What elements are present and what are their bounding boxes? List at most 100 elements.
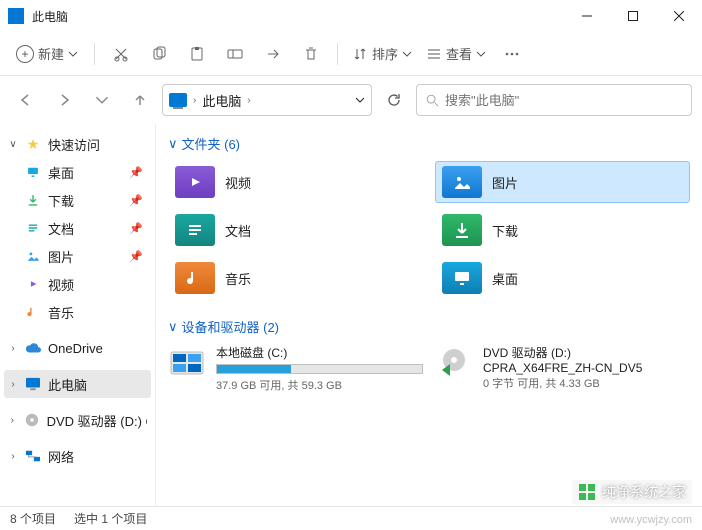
paste-icon <box>189 46 205 62</box>
maximize-button[interactable] <box>610 0 656 32</box>
search-input[interactable] <box>445 93 683 108</box>
drive-item[interactable]: DVD 驱动器 (D:) CPRA_X64FRE_ZH-CN_DV5 0 字节 … <box>435 344 690 393</box>
folder-label: 文档 <box>225 221 251 240</box>
sidebar-item-label: 桌面 <box>48 163 74 182</box>
sidebar-this-pc[interactable]: › 此电脑 <box>4 370 151 398</box>
chevron-down-history[interactable] <box>86 84 118 116</box>
down-icon <box>442 214 482 246</box>
share-icon <box>265 46 281 62</box>
folder-desk[interactable]: 桌面 <box>435 257 690 299</box>
chevron-down-icon: ∨ <box>168 319 178 335</box>
sort-icon <box>352 46 368 62</box>
back-button[interactable] <box>10 84 42 116</box>
refresh-button[interactable] <box>378 84 410 116</box>
expand-icon[interactable]: › <box>8 343 18 354</box>
network-icon <box>24 448 42 464</box>
search-box[interactable] <box>416 84 692 116</box>
spacer: · <box>8 307 18 318</box>
sidebar-item-label: 文档 <box>48 219 74 238</box>
cloud-icon <box>24 340 42 356</box>
sidebar-quick-access[interactable]: ∨ ★ 快速访问 <box>4 130 151 158</box>
refresh-icon <box>386 92 402 108</box>
minimize-button[interactable] <box>564 0 610 32</box>
sidebar-item-download[interactable]: · 下载 📌 <box>4 186 151 214</box>
expand-icon[interactable]: › <box>8 451 18 462</box>
expand-icon[interactable]: › <box>8 379 18 390</box>
chevron-down-icon[interactable] <box>355 95 365 105</box>
disc-icon <box>23 412 41 428</box>
section-title: 文件夹 (6) <box>182 134 241 153</box>
folder-image[interactable]: 图片 <box>435 161 690 203</box>
breadcrumb-chevron-icon: › <box>193 95 196 106</box>
video-icon <box>24 276 42 292</box>
sidebar-network[interactable]: › 网络 <box>4 442 151 470</box>
desk-icon <box>442 262 482 294</box>
spacer: · <box>8 195 18 206</box>
sidebar-item-video[interactable]: · 视频 <box>4 270 151 298</box>
sidebar-item-label: DVD 驱动器 (D:) CP <box>47 411 147 430</box>
sidebar-item-label: 视频 <box>48 275 74 294</box>
chevron-down-icon <box>68 49 78 59</box>
monitor-icon <box>24 376 42 392</box>
view-button[interactable]: 查看 <box>422 40 490 67</box>
more-button[interactable] <box>496 38 528 70</box>
watermark: 纯净系统之家 <box>572 480 692 504</box>
trash-icon <box>303 46 319 62</box>
sort-button[interactable]: 排序 <box>348 40 416 67</box>
expand-icon[interactable]: ∨ <box>8 139 18 150</box>
up-button[interactable] <box>124 84 156 116</box>
music-icon <box>24 304 42 320</box>
close-button[interactable] <box>656 0 702 32</box>
delete-button[interactable] <box>295 38 327 70</box>
drives-grid: 本地磁盘 (C:) 37.9 GB 可用, 共 59.3 GB DVD 驱动器 … <box>168 344 690 393</box>
rename-icon <box>227 46 243 62</box>
breadcrumb-chevron-icon: › <box>247 95 250 106</box>
cdrive-icon <box>168 344 206 380</box>
folders-grid: 视频 图片 文档 下载 音乐 桌面 <box>168 161 690 299</box>
doc-icon <box>175 214 215 246</box>
folders-section-header[interactable]: ∨ 文件夹 (6) <box>168 134 690 153</box>
share-button[interactable] <box>257 38 289 70</box>
pin-icon: 📌 <box>129 166 143 179</box>
sidebar-item-desktop[interactable]: · 桌面 📌 <box>4 158 151 186</box>
paste-button[interactable] <box>181 38 213 70</box>
drive-line2: CPRA_X64FRE_ZH-CN_DV5 <box>483 361 690 375</box>
sidebar-item-document[interactable]: · 文档 📌 <box>4 214 151 242</box>
drive-title: DVD 驱动器 (D:) <box>483 344 690 361</box>
titlebar: 此电脑 <box>0 0 702 32</box>
copy-button[interactable] <box>143 38 175 70</box>
spacer: · <box>8 279 18 290</box>
sidebar-item-music[interactable]: · 音乐 <box>4 298 151 326</box>
status-selected-count: 选中 1 个项目 <box>74 510 147 527</box>
chevron-down-icon: ∨ <box>168 136 178 152</box>
spacer: · <box>8 251 18 262</box>
drives-section-header[interactable]: ∨ 设备和驱动器 (2) <box>168 317 690 336</box>
sidebar-onedrive[interactable]: › OneDrive <box>4 334 151 362</box>
expand-icon[interactable]: › <box>8 415 17 426</box>
pin-icon: 📌 <box>129 222 143 235</box>
cut-icon <box>113 46 129 62</box>
drive-item[interactable]: 本地磁盘 (C:) 37.9 GB 可用, 共 59.3 GB <box>168 344 423 393</box>
drive-sub: 37.9 GB 可用, 共 59.3 GB <box>216 377 423 393</box>
sidebar-item-label: 下载 <box>48 191 74 210</box>
folder-down[interactable]: 下载 <box>435 209 690 251</box>
image-icon <box>442 166 482 198</box>
watermark-text: 纯净系统之家 <box>602 482 686 502</box>
folder-music[interactable]: 音乐 <box>168 257 423 299</box>
chevron-down-icon <box>402 49 412 59</box>
rename-button[interactable] <box>219 38 251 70</box>
main-pane: ∨ 文件夹 (6) 视频 图片 文档 下载 音乐 桌面 ∨ 设备和驱动器 (2)… <box>156 124 702 506</box>
watermark-url: www.ycwjzy.com <box>610 514 692 526</box>
folder-doc[interactable]: 文档 <box>168 209 423 251</box>
drive-title: 本地磁盘 (C:) <box>216 344 423 361</box>
address-bar[interactable]: › 此电脑 › <box>162 84 372 116</box>
folder-video[interactable]: 视频 <box>168 161 423 203</box>
this-pc-icon <box>169 93 187 107</box>
forward-button[interactable] <box>48 84 80 116</box>
cut-button[interactable] <box>105 38 137 70</box>
spacer: · <box>8 167 18 178</box>
sidebar-item-pictures[interactable]: · 图片 📌 <box>4 242 151 270</box>
status-bar: 8 个项目 选中 1 个项目 <box>0 506 702 530</box>
sidebar-dvd[interactable]: › DVD 驱动器 (D:) CP <box>4 406 151 434</box>
new-button[interactable]: + 新建 <box>10 40 84 67</box>
